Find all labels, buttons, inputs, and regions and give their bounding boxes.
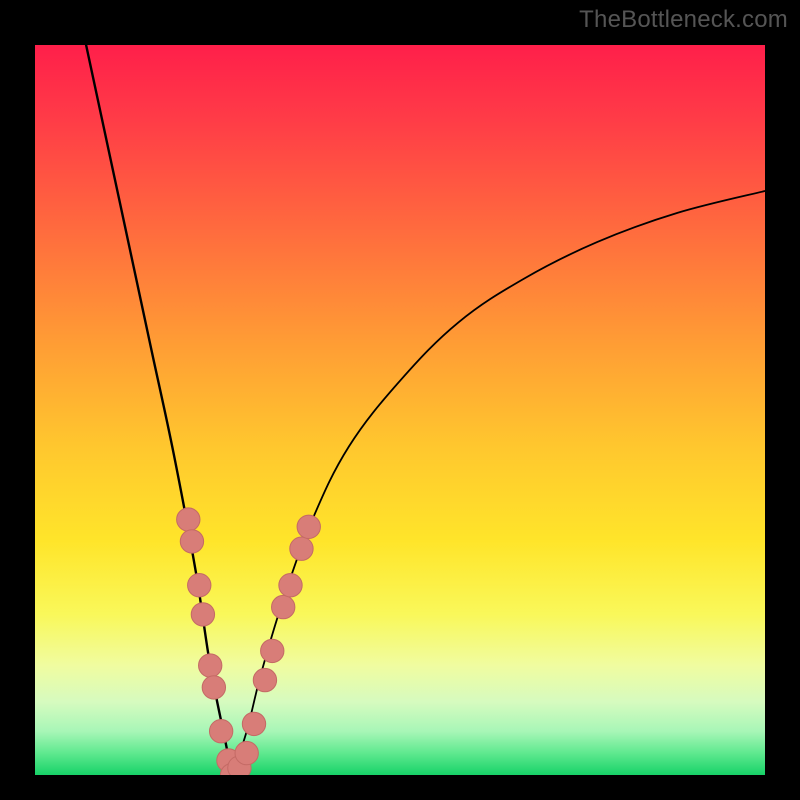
data-marker xyxy=(199,654,222,677)
data-marker xyxy=(272,595,295,618)
data-marker xyxy=(242,712,265,735)
data-marker xyxy=(279,574,302,597)
gradient-background xyxy=(35,45,765,775)
data-marker xyxy=(191,603,214,626)
data-marker xyxy=(209,720,232,743)
data-marker xyxy=(297,515,320,538)
chart-plot-area xyxy=(35,45,765,775)
data-marker xyxy=(180,530,203,553)
data-marker xyxy=(235,741,258,764)
data-marker xyxy=(202,676,225,699)
chart-svg xyxy=(35,45,765,775)
watermark-text: TheBottleneck.com xyxy=(579,6,788,34)
data-marker xyxy=(177,508,200,531)
data-marker xyxy=(290,537,313,560)
data-marker xyxy=(253,668,276,691)
data-marker xyxy=(188,574,211,597)
data-marker xyxy=(261,639,284,662)
